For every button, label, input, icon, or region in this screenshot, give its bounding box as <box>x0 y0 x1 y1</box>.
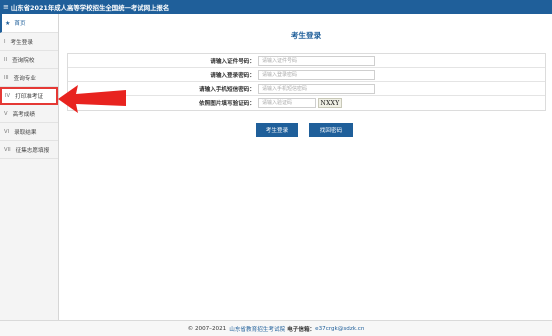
sidebar-item-supplementary-application[interactable]: VII 征集志愿填报 <box>0 141 58 159</box>
roman-numeral: V <box>4 110 8 117</box>
id-label: 请输入证件号码： <box>210 58 255 65</box>
sidebar-item-label: 考生登录 <box>10 39 33 46</box>
sidebar: ★ 首页 I 考生登录 II 查询院校 III 查询专业 IV 打印准考证 V … <box>0 14 59 320</box>
sidebar-item-scores[interactable]: V 高考成绩 <box>0 105 58 123</box>
email-label: 电子信箱： <box>287 326 316 333</box>
id-number-input[interactable] <box>258 55 375 66</box>
email-link[interactable]: e37crgk@sdzk.cn <box>315 326 364 332</box>
sidebar-item-label: 首页 <box>14 21 26 27</box>
sidebar-item-label: 录取结果 <box>14 129 37 136</box>
top-header: ≡ 山东省2021年成人高等学校招生全国统一考试网上报名 <box>0 0 552 14</box>
captcha-image[interactable]: NXXY <box>318 98 342 108</box>
footer: © 2007–2021 山东省教育招生考试院 电子信箱： e37crgk@sdz… <box>0 320 552 336</box>
sidebar-item-admission-results[interactable]: VI 录取结果 <box>0 123 58 141</box>
roman-numeral: IV <box>5 93 11 99</box>
form-row-sms: 请输入手机短信密码： <box>68 82 545 96</box>
sidebar-item-label: 征集志愿填报 <box>15 147 50 154</box>
menu-icon[interactable]: ≡ <box>3 3 9 11</box>
roman-numeral: VI <box>4 128 10 135</box>
password-label: 请输入登录密码： <box>210 72 255 79</box>
form-row-password: 请输入登录密码： <box>68 68 545 82</box>
roman-numeral: III <box>4 74 9 81</box>
sidebar-item-label: 查询专业 <box>13 75 36 82</box>
form-row-captcha: 依照图片填写验证码： NXXY <box>68 96 545 110</box>
site-title: 山东省2021年成人高等学校招生全国统一考试网上报名 <box>10 3 170 12</box>
sidebar-item-label: 高考成绩 <box>12 111 35 118</box>
password-input[interactable] <box>258 69 375 80</box>
recover-password-button[interactable]: 找回密码 <box>309 123 353 137</box>
sms-password-input[interactable] <box>258 83 375 94</box>
roman-numeral: VII <box>4 146 11 153</box>
page-title: 考生登录 <box>290 31 322 40</box>
copyright-text: © 2007–2021 <box>187 325 227 332</box>
star-icon: ★ <box>5 19 11 27</box>
form-row-id: 请输入证件号码： <box>68 54 545 68</box>
sidebar-item-label: 查询院校 <box>12 57 35 64</box>
sidebar-item-print-admission-ticket[interactable]: IV 打印准考证 <box>0 87 58 105</box>
sidebar-item-home[interactable]: ★ 首页 <box>0 14 58 33</box>
login-button[interactable]: 考生登录 <box>256 123 298 137</box>
roman-numeral: I <box>4 38 6 45</box>
login-form: 请输入证件号码： 请输入登录密码： 请输入手机短信密码： 依照图片填写验证码： … <box>67 53 546 111</box>
captcha-input[interactable] <box>258 98 316 108</box>
sidebar-item-login[interactable]: I 考生登录 <box>0 33 58 51</box>
sidebar-item-label: 打印准考证 <box>15 94 44 100</box>
roman-numeral: II <box>4 56 8 63</box>
sidebar-item-majors[interactable]: III 查询专业 <box>0 69 58 87</box>
red-arrow-annotation <box>58 85 126 113</box>
sidebar-item-colleges[interactable]: II 查询院校 <box>0 51 58 69</box>
org-link[interactable]: 山东省教育招生考试院 <box>229 325 285 333</box>
